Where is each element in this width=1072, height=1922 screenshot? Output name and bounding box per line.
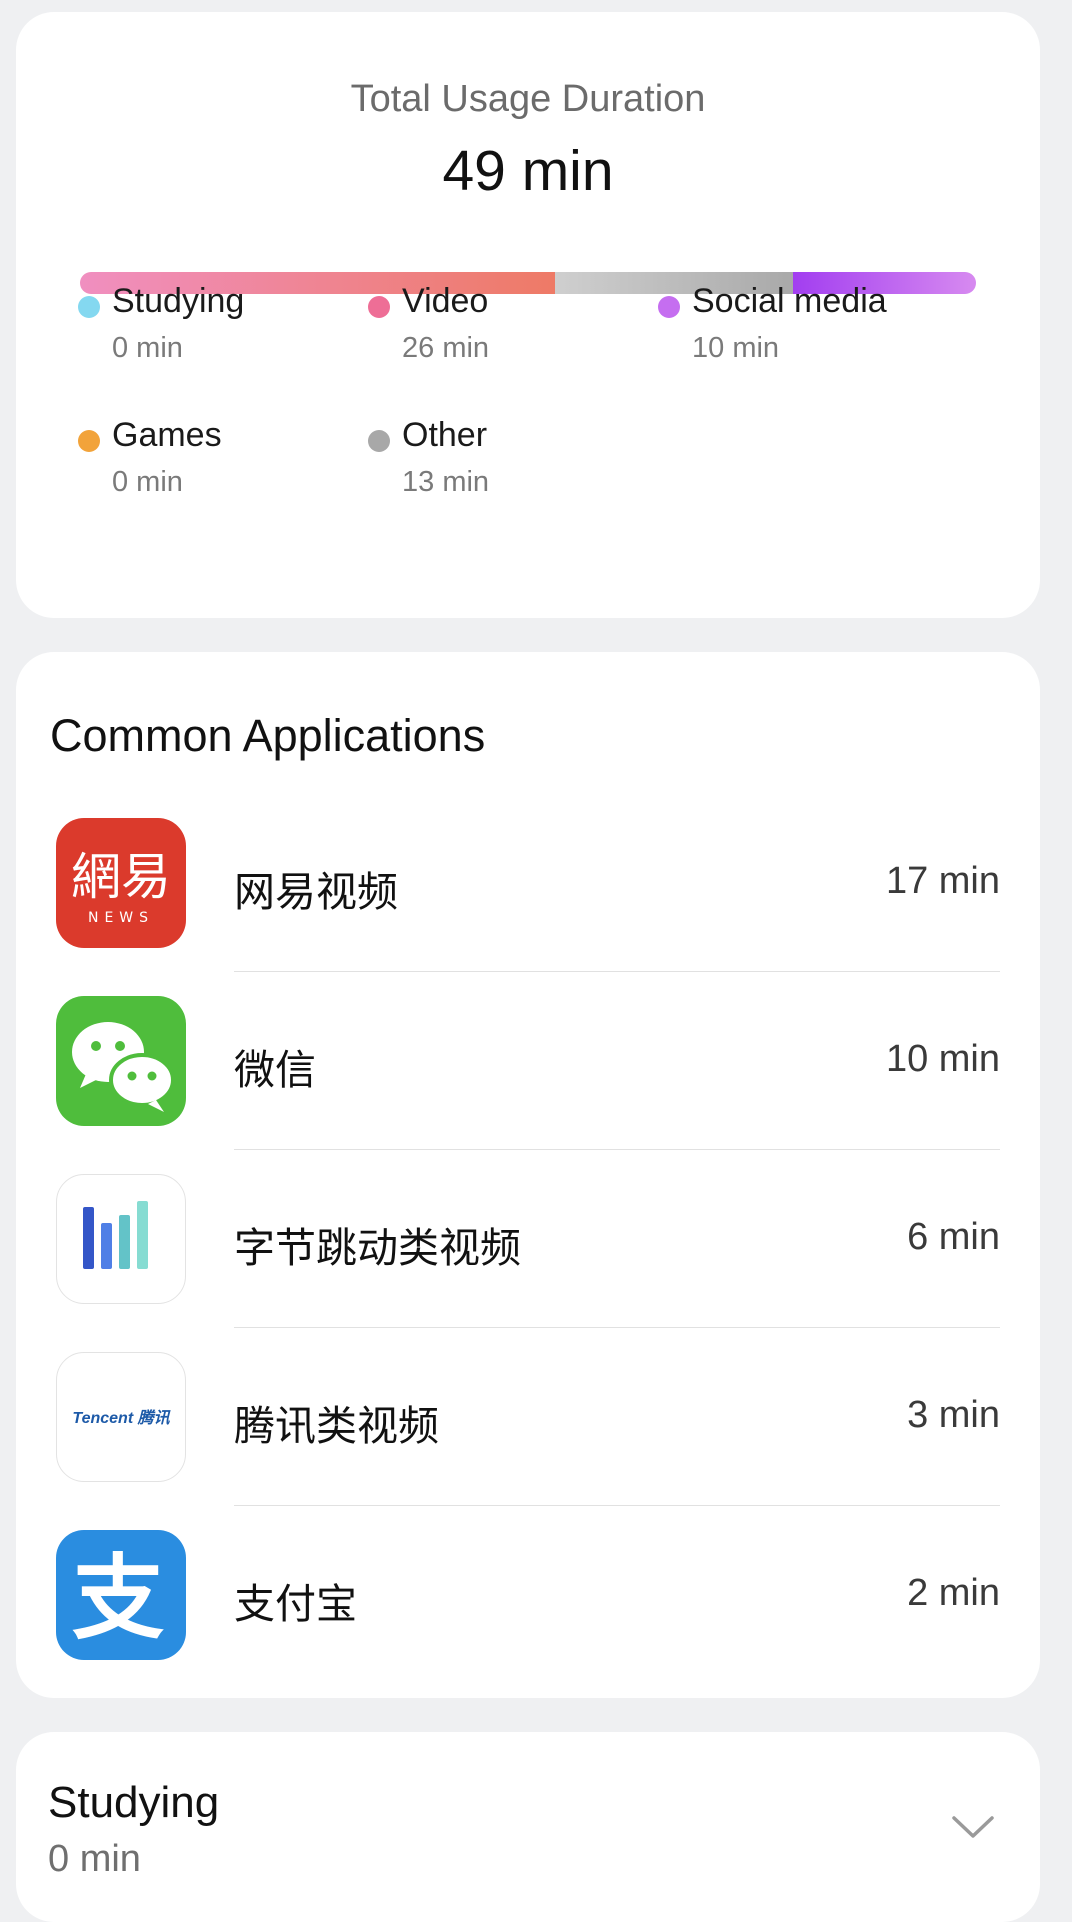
legend-value: 26 min [402,332,490,364]
usage-title: Total Usage Duration [350,78,706,120]
svg-text:NEWS: NEWS [88,910,154,926]
legend-name: Video [402,282,489,320]
legend-name: Studying [112,282,245,320]
usage-summary-card: Total Usage Duration 49 min Studying 0 m… [16,12,1040,618]
common-applications-card: Common Applications 網易 NEWS 网易视频 17 min [16,652,1040,1698]
legend-dot-social-media [658,296,680,318]
common-applications-title: Common Applications [50,710,486,761]
divider [234,971,1000,972]
legend-name: Games [112,416,222,454]
chevron-down-icon[interactable] [950,1812,996,1842]
svg-text:支: 支 [72,1545,164,1652]
app-row-tencent-video[interactable]: Tencent 腾讯 腾讯类视频 3 min [16,1352,1040,1530]
divider [234,1505,1000,1506]
app-name: 腾讯类视频 [234,1403,439,1449]
alipay-icon: 支 [56,1530,186,1660]
app-row-bytedance-video[interactable]: 字节跳动类视频 6 min [16,1174,1040,1352]
legend-dot-games [78,430,100,452]
legend-value: 10 min [692,332,780,364]
divider [234,1149,1000,1150]
app-usage-time: 2 min [907,1572,1000,1614]
legend-value: 0 min [112,466,183,498]
app-usage-time: 10 min [885,1038,1000,1080]
app-row-netease-video[interactable]: 網易 NEWS 网易视频 17 min [16,818,1040,996]
legend-dot-studying [78,296,100,318]
netease-news-icon: 網易 NEWS [56,818,186,948]
legend-name: Social media [692,282,887,320]
legend-dot-video [368,296,390,318]
svg-text:網易: 網易 [71,848,171,906]
svg-text:Tencent 腾讯: Tencent 腾讯 [72,1409,171,1427]
category-card-studying[interactable]: Studying 0 min [16,1732,1040,1922]
category-title: Studying [48,1778,220,1827]
app-row-alipay[interactable]: 支 支付宝 2 min [16,1530,1040,1708]
wechat-icon [56,996,186,1126]
legend-value: 13 min [402,466,490,498]
divider [234,1327,1000,1328]
usage-total: 49 min [442,139,614,203]
app-usage-time: 3 min [907,1394,1000,1436]
app-usage-time: 6 min [907,1216,1000,1258]
legend-value: 0 min [112,332,183,364]
category-value: 0 min [48,1838,141,1880]
app-row-wechat[interactable]: 微信 10 min [16,996,1040,1174]
bytedance-icon [56,1174,186,1304]
app-name: 支付宝 [234,1581,357,1627]
app-name: 网易视频 [234,869,398,915]
legend-dot-other [368,430,390,452]
app-name: 字节跳动类视频 [234,1225,521,1271]
app-name: 微信 [234,1047,316,1093]
legend-name: Other [402,416,488,454]
app-usage-time: 17 min [885,860,1000,902]
tencent-icon: Tencent 腾讯 [56,1352,186,1482]
